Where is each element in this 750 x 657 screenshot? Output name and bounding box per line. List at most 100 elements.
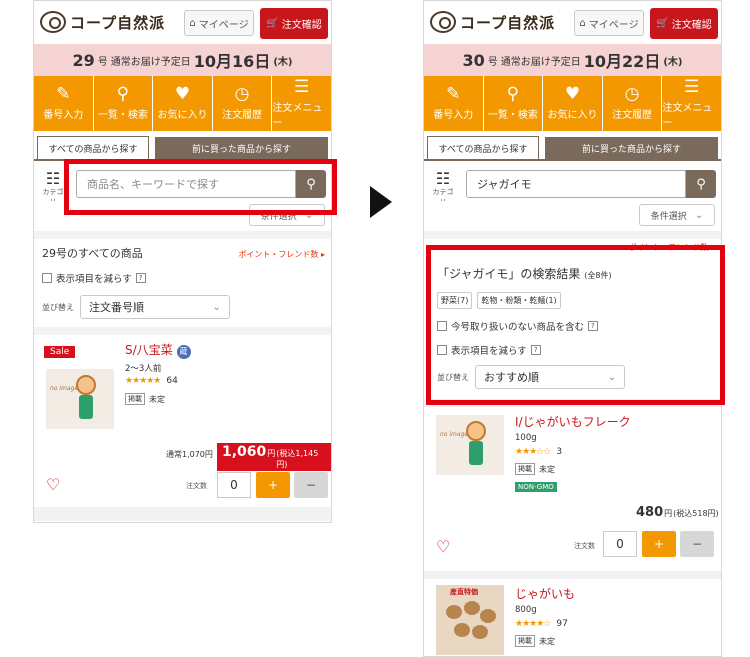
plus-button[interactable]: +	[256, 472, 290, 498]
product-sub: 2〜3人前	[125, 364, 162, 374]
search-input[interactable]	[466, 170, 686, 198]
logo[interactable]: コープ自然派	[430, 11, 555, 33]
order-confirm-button[interactable]: 🛒 注文確認	[260, 8, 328, 39]
yen-label: 円	[267, 449, 276, 458]
reduce-items-checkbox[interactable]	[437, 345, 447, 355]
category-icon: ☷	[435, 169, 451, 188]
tab-previous-products[interactable]: 前に買った商品から探す	[155, 137, 328, 159]
mascot-body	[79, 395, 93, 419]
delivery-date: 10月16日	[193, 52, 271, 71]
potato-icon	[454, 623, 470, 637]
quantity-input[interactable]: 0	[217, 472, 251, 498]
house-icon: ⌂	[579, 17, 586, 29]
mascot-body	[469, 441, 483, 465]
filter-tag-dried[interactable]: 乾物・粉類・乾麺(1)	[477, 292, 561, 309]
nav-favorites[interactable]: ♥ お気に入り	[153, 76, 213, 131]
exclude-unavailable-checkbox[interactable]	[437, 321, 447, 331]
product-name[interactable]: I/じゃがいもフレーク	[515, 413, 631, 430]
delivery-label: 通常お届け予定日	[500, 56, 581, 68]
product-name[interactable]: じゃがいも	[515, 585, 575, 602]
add-favorite-icon[interactable]: ♡	[436, 537, 450, 556]
condition-select-button[interactable]: 条件選択 ⌄	[639, 204, 715, 226]
qty-label: 注文数	[574, 542, 595, 550]
nav-order-history[interactable]: ◷ 注文履歴	[213, 76, 273, 131]
heart-icon: ♥	[564, 84, 581, 104]
price: 480 円 (税込518円)	[636, 505, 719, 520]
mascot-head	[466, 421, 486, 441]
sort-select[interactable]: 注文番号順 ⌄	[80, 295, 230, 319]
filter-tag-vegetables[interactable]: 野菜(7)	[437, 292, 473, 309]
sort-label: 並び替え	[437, 372, 469, 382]
listing-tag: 掲載	[515, 463, 535, 475]
nav-number-input[interactable]: ✎ 番号入力	[424, 76, 484, 131]
delivery-bar: 29 号 通常お届け予定日 10月16日 (木)	[34, 44, 331, 76]
search-highlight-box	[64, 159, 337, 215]
main-nav: ✎ 番号入力 ⚲ 一覧・検索 ♥ お気に入り ◷ 注文履歴 ☰ 注文メニュー	[34, 76, 331, 131]
product-image[interactable]: no image	[46, 369, 114, 429]
mascot-icon: no image	[50, 385, 79, 392]
product-image[interactable]: no image	[436, 415, 504, 475]
nav-number-input[interactable]: ✎ 番号入力	[34, 76, 94, 131]
search-icon: ⚲	[506, 84, 520, 104]
product-name[interactable]: S/八宝菜 蔵	[125, 341, 191, 359]
sort-select[interactable]: おすすめ順 ⌄	[475, 365, 625, 389]
heart-icon: ♥	[174, 84, 191, 104]
search-result-highlight-box: 「ジャガイモ」の検索結果 (全8件) 野菜(7) 乾物・粉類・乾麺(1) 今号取…	[426, 245, 725, 405]
nav-list-search[interactable]: ⚲ 一覧・検索	[484, 76, 544, 131]
exclude-unavailable-row[interactable]: 今号取り扱いのない商品を含む ?	[437, 319, 714, 333]
help-icon[interactable]: ?	[588, 321, 598, 331]
tab-all-products[interactable]: すべての商品から探す	[37, 136, 149, 159]
nav-label: 一覧・検索	[97, 110, 148, 121]
mypage-button[interactable]: ⌂ マイページ	[574, 10, 644, 36]
listing-value: 未定	[539, 464, 555, 474]
product-card[interactable]: Sale no image S/八宝菜 蔵 2〜3人前 ★★★★★ 64 掲載 未…	[34, 335, 331, 507]
price-value: 480	[636, 505, 664, 520]
tab-all-products[interactable]: すべての商品から探す	[427, 136, 539, 159]
reduce-items-checkbox[interactable]	[42, 273, 52, 283]
yen-label: 円	[664, 509, 673, 518]
minus-button[interactable]: −	[680, 531, 714, 557]
cart-icon: 🛒	[656, 18, 669, 29]
issue-number: 29	[72, 50, 95, 70]
help-icon[interactable]: ?	[530, 345, 541, 355]
help-icon[interactable]: ?	[135, 273, 146, 283]
main-nav: ✎ 番号入力 ⚲ 一覧・検索 ♥ お気に入り ◷ 注文履歴 ☰ 注文メニュー	[424, 76, 721, 131]
rating: ★★★★★ 64	[125, 376, 178, 386]
sort-row: 並び替え 注文番号順 ⌄	[42, 295, 323, 319]
sort-value: おすすめ順	[484, 371, 539, 384]
nav-list-search[interactable]: ⚲ 一覧・検索	[94, 76, 154, 131]
tab-previous-products[interactable]: 前に買った商品から探す	[545, 137, 718, 159]
exclude-unavailable-label: 今号取り扱いのない商品を含む	[451, 322, 585, 333]
nav-label: 注文履歴	[222, 110, 263, 121]
listing-tag: 掲載	[515, 635, 535, 647]
logo[interactable]: コープ自然派	[40, 11, 165, 33]
plus-button[interactable]: +	[642, 531, 676, 557]
house-icon: ⌂	[189, 17, 196, 29]
nav-order-history[interactable]: ◷ 注文履歴	[603, 76, 663, 131]
point-friend-link[interactable]: ポイント・フレンド数 ▸	[238, 249, 325, 260]
reduce-items-row[interactable]: 表示項目を減らす ?	[437, 343, 714, 357]
order-confirm-button[interactable]: 🛒 注文確認	[650, 8, 718, 39]
rating-count: 97	[556, 619, 568, 629]
quantity-input[interactable]: 0	[603, 531, 637, 557]
add-favorite-icon[interactable]: ♡	[46, 475, 60, 494]
listing-status: 掲載 未定	[125, 393, 165, 405]
divider	[34, 231, 331, 239]
nav-order-menu[interactable]: ☰ 注文メニュー	[662, 76, 721, 131]
search-button[interactable]: ⚲	[686, 170, 716, 198]
product-image[interactable]: 産直特価	[436, 585, 504, 655]
listing-status: 掲載 未定	[515, 463, 555, 475]
minus-button[interactable]: −	[294, 472, 328, 498]
divider	[424, 571, 721, 579]
listing-tag: 掲載	[125, 393, 145, 405]
filter-tags: 野菜(7) 乾物・粉類・乾麺(1)	[437, 292, 714, 309]
order-confirm-label: 注文確認	[671, 20, 712, 31]
product-card[interactable]: 産直特価 じゃがいも 800g ★★★★☆ 97 掲載 未定	[424, 579, 721, 656]
pencil-icon: ✎	[446, 84, 461, 104]
nav-order-menu[interactable]: ☰ 注文メニュー	[272, 76, 331, 131]
product-card[interactable]: no image I/じゃがいもフレーク 100g ★★★☆☆ 3 掲載 未定 N…	[424, 407, 721, 571]
mypage-button[interactable]: ⌂ マイページ	[184, 10, 254, 36]
nav-favorites[interactable]: ♥ お気に入り	[543, 76, 603, 131]
mascot-icon: no image	[440, 431, 469, 438]
reduce-items-row[interactable]: 表示項目を減らす ?	[42, 271, 323, 285]
